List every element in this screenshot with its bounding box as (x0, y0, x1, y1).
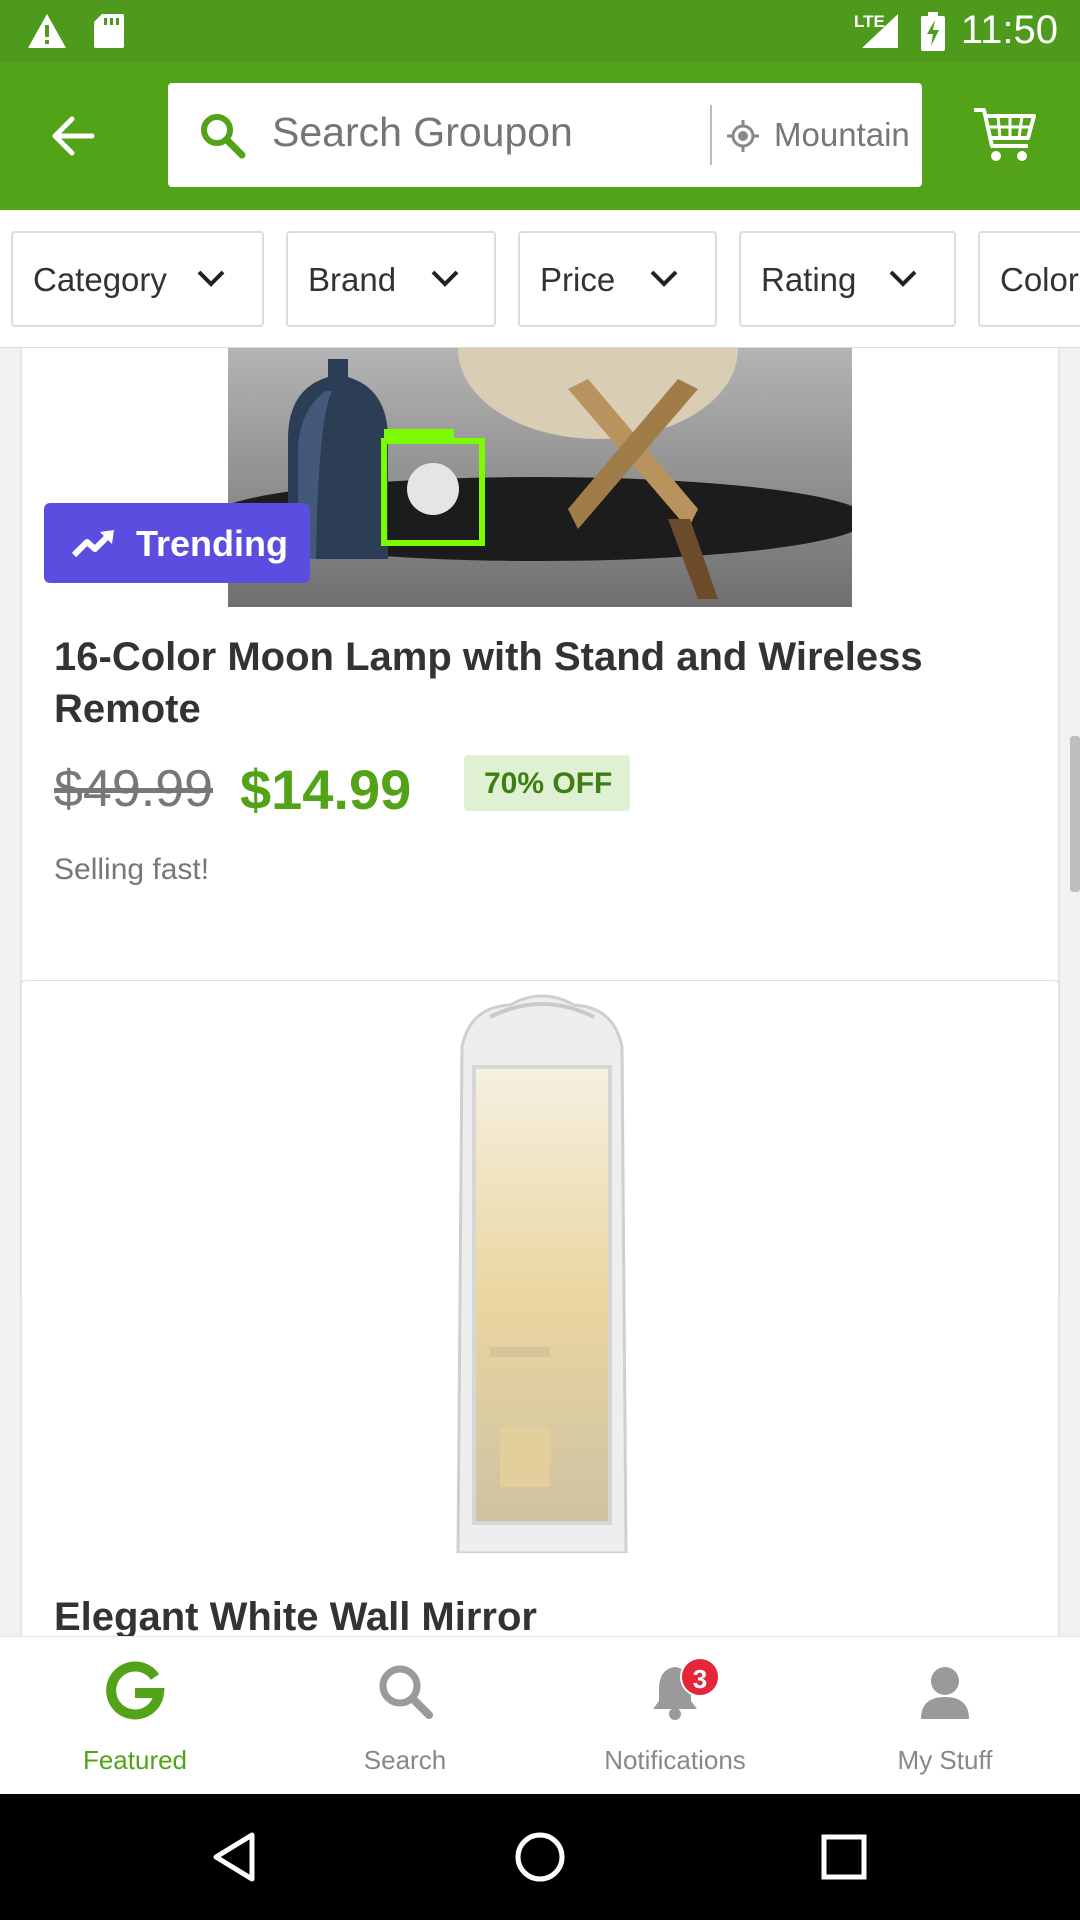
groupon-g-icon (106, 1661, 165, 1720)
chevron-down-icon (650, 270, 678, 287)
trending-label: Trending (136, 523, 288, 564)
urgency-label: Selling fast! (54, 853, 210, 886)
search-divider (710, 105, 712, 165)
battery-charging-icon (921, 12, 945, 51)
alert-icon (28, 14, 66, 48)
nav-item-my-stuff[interactable]: My Stuff (810, 1637, 1080, 1795)
deal-image-wall-mirror (456, 994, 628, 1553)
nav-label: Featured (82, 1745, 188, 1775)
recents-square-icon[interactable] (814, 1827, 874, 1887)
filter-bar: Category Brand Price Rating Color (0, 210, 1080, 348)
back-triangle-icon[interactable] (206, 1827, 266, 1887)
person-icon (921, 1667, 969, 1719)
filter-chip-label: Rating (761, 261, 857, 298)
filter-chip-label: Brand (308, 261, 397, 298)
discount-badge: 70% OFF (464, 755, 630, 811)
filter-chip-color[interactable]: Color (978, 231, 1080, 327)
location-icon (727, 120, 759, 152)
deal-feed[interactable]: Trending 16-Color Moon Lamp with Stand a… (0, 348, 1080, 1636)
search-icon (201, 114, 246, 159)
discount-label: 70% OFF (484, 767, 613, 800)
nav-item-search[interactable]: Search (270, 1637, 540, 1795)
app-bar: Mountain (0, 62, 1080, 210)
nav-item-featured[interactable]: Featured (0, 1637, 270, 1795)
trending-badge: Trending (44, 503, 310, 583)
chevron-down-icon (197, 270, 225, 287)
sd-card-icon (94, 14, 124, 48)
status-bar: LTE 11:50 (0, 0, 1080, 62)
scrollbar[interactable] (1070, 736, 1080, 892)
filter-chip-label: Category (33, 261, 167, 298)
location-selector[interactable]: Mountain (774, 116, 908, 154)
chevron-down-icon (431, 270, 459, 287)
deal-price: $14.99 (240, 758, 412, 821)
nav-label: Notifications (604, 1745, 746, 1775)
search-icon (379, 1665, 433, 1719)
search-input[interactable] (272, 109, 772, 156)
search-box[interactable]: Mountain (168, 83, 922, 187)
system-nav-bar (0, 1794, 1080, 1920)
deal-title[interactable]: Elegant White Wall Mirror (54, 1595, 537, 1636)
back-arrow-icon[interactable] (44, 106, 104, 166)
deal-image-moon-lamp (228, 348, 852, 607)
filter-chip-label: Price (540, 261, 616, 298)
clock: 11:50 (960, 8, 1058, 52)
cart-icon[interactable] (972, 102, 1038, 168)
signal-icon (862, 14, 898, 48)
deal-card[interactable]: Elegant White Wall Mirror (21, 980, 1059, 1636)
filter-chip-category[interactable]: Category (11, 231, 264, 327)
filter-chip-price[interactable]: Price (518, 231, 717, 327)
nav-label: Search (363, 1745, 447, 1775)
chevron-down-icon (889, 270, 917, 287)
home-circle-icon[interactable] (510, 1827, 570, 1887)
trending-up-icon (72, 530, 114, 558)
filter-chip-rating[interactable]: Rating (739, 231, 956, 327)
deal-title[interactable]: 16-Color Moon Lamp with Stand and Wirele… (54, 631, 1014, 735)
nav-item-notifications[interactable]: Notifications (540, 1637, 810, 1795)
filter-chip-brand[interactable]: Brand (286, 231, 496, 327)
notification-count-badge: 3 (680, 1657, 720, 1697)
bottom-nav: Featured Search Notifications 3 My Stuff (0, 1636, 1080, 1794)
nav-label: My Stuff (897, 1745, 993, 1775)
original-price: $49.99 (54, 760, 214, 818)
filter-chip-label: Color (1000, 261, 1079, 298)
